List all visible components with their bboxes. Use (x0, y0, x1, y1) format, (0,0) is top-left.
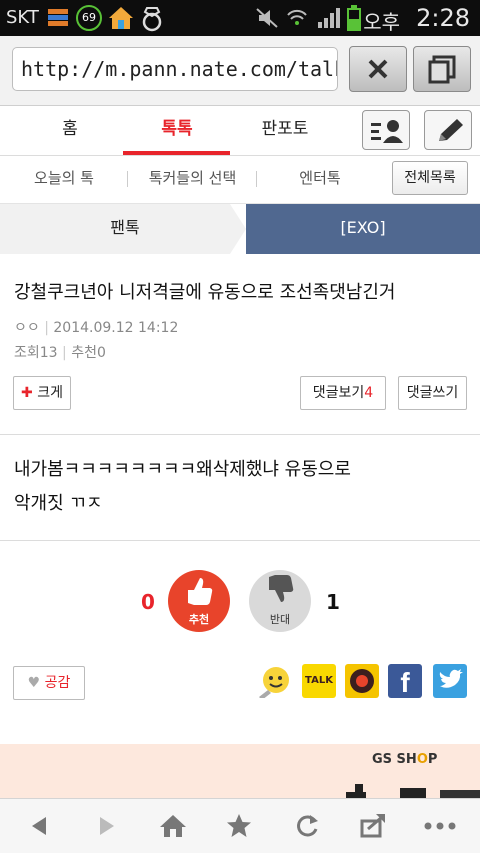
home-app-icon (109, 7, 133, 29)
enlarge-label: 크게 (37, 385, 63, 401)
battery-icon (347, 5, 361, 31)
ad-banner[interactable]: GS SHOP (0, 744, 480, 800)
twitter-share-button[interactable] (433, 664, 467, 698)
tabs-button[interactable] (413, 46, 471, 92)
subnav-today-talk[interactable]: 오늘의 톡 (14, 156, 114, 202)
back-icon (32, 817, 46, 835)
back-button[interactable] (22, 809, 56, 843)
sub-nav: 오늘의 톡 톡커들의 선택 엔터톡 전체목록 (0, 156, 480, 204)
browser-toolbar: http://m.pann.nate.com/talk (0, 36, 480, 106)
recommend-button[interactable]: 추천 (168, 570, 230, 632)
star-icon (227, 814, 251, 837)
twitter-bird-icon (439, 669, 463, 688)
plus-icon: ✚ (21, 385, 33, 401)
post-date: 2014.09.12 14:12 (53, 320, 179, 336)
nate-emoticon-icon[interactable] (256, 664, 290, 698)
wifi-icon (287, 9, 307, 25)
author-name: ㅇㅇ (14, 320, 40, 336)
recommend-button-label: 추천 (188, 613, 210, 626)
write-comment-button[interactable]: 댓글쓰기 (398, 376, 467, 410)
article-body-line-1: 내가봄ㅋㅋㅋㅋㅋㅋㅋㅋ왜삭제했냐 유동으로 (14, 459, 351, 480)
share-button[interactable] (356, 809, 390, 843)
view-comments-button[interactable]: 댓글보기4 (300, 376, 386, 410)
down-vote-count: 1 (326, 590, 340, 614)
product-image (346, 784, 480, 800)
kakaotalk-share-button[interactable]: TALK (302, 664, 336, 698)
refresh-icon (297, 815, 318, 837)
clock: 2:28 (416, 4, 470, 32)
more-button[interactable] (422, 809, 456, 843)
breadcrumb-exo[interactable]: [EXO] (246, 204, 480, 254)
tabs-icon (428, 55, 456, 84)
oppose-button-label: 반대 (269, 613, 291, 626)
subnav-divider (256, 171, 257, 187)
subnav-talkers-choice[interactable]: 톡커들의 선택 (135, 156, 250, 202)
browser-bottom-bar (0, 798, 480, 853)
share-icon (360, 814, 385, 838)
signal-icon (318, 8, 340, 28)
gs-shop-logo: GS SHOP (372, 752, 438, 767)
my-profile-button[interactable] (362, 110, 410, 150)
write-button[interactable] (424, 110, 472, 150)
comments-count: 4 (364, 385, 374, 401)
tab-talk[interactable]: 톡톡 (122, 106, 232, 156)
ring-icon (142, 7, 162, 32)
app-notification-icon (48, 9, 68, 26)
home-button[interactable] (156, 809, 190, 843)
divider (0, 540, 480, 541)
kakaostory-icon (350, 669, 374, 693)
pencil-icon (439, 119, 463, 141)
refresh-button[interactable] (290, 809, 324, 843)
like-button[interactable]: ♥ 공감 (13, 666, 85, 700)
home-icon (160, 815, 186, 837)
thumbs-up-icon (188, 578, 213, 605)
forward-icon (100, 817, 114, 835)
all-list-button[interactable]: 전체목록 (392, 161, 468, 195)
article-body-line-2: 악개짓 ㄲㅈ (14, 493, 103, 514)
view-comments-label: 댓글보기 (312, 385, 365, 401)
stop-button[interactable] (349, 46, 407, 92)
breadcrumb-fantalk[interactable]: 팬톡 (0, 204, 250, 254)
views-label: 조회 (14, 345, 40, 361)
kakaotalk-label: TALK (305, 675, 333, 686)
bookmark-button[interactable] (222, 809, 256, 843)
subnav-enter-talk[interactable]: 엔터톡 (275, 156, 365, 202)
like-label: 공감 (44, 675, 71, 691)
article-meta: ㅇㅇ | 2014.09.12 14:12 (14, 320, 179, 336)
url-input[interactable]: http://m.pann.nate.com/talk (12, 47, 338, 91)
recommend-label: 추천 (71, 345, 97, 361)
main-nav: 홈 톡톡 판포토 (0, 106, 480, 156)
status-bar: SKT 69 오후 2:28 (0, 0, 480, 36)
article-title: 강철쿠크년아 니저격글에 유동으로 조선족댓남긴거 (14, 282, 396, 303)
tab-pan-photo[interactable]: 판포토 (230, 106, 340, 156)
up-vote-count: 0 (141, 590, 155, 614)
more-icon (424, 822, 456, 830)
badge-count-icon: 69 (76, 5, 102, 31)
forward-button[interactable] (90, 809, 124, 843)
carrier-label: SKT (6, 7, 39, 28)
tab-home[interactable]: 홈 (15, 106, 125, 156)
user-list-icon (371, 120, 403, 143)
kakaostory-share-button[interactable] (345, 664, 379, 698)
divider (0, 434, 480, 435)
oppose-button[interactable]: 반대 (249, 570, 311, 632)
recommend-count: 0 (96, 345, 106, 361)
ampm-label: 오후 (363, 10, 400, 34)
article-stats: 조회13 | 추천0 (14, 345, 106, 361)
close-icon (368, 59, 388, 79)
heart-icon: ♥ (27, 675, 41, 691)
facebook-share-button[interactable]: f (388, 664, 422, 698)
facebook-icon: f (400, 667, 410, 698)
subnav-divider (127, 171, 128, 187)
thumbs-down-icon (269, 575, 294, 602)
mute-icon (256, 8, 278, 28)
active-tab-indicator (123, 151, 230, 155)
enlarge-text-button[interactable]: ✚ 크게 (13, 376, 71, 410)
views-count: 13 (39, 345, 58, 361)
breadcrumb: 팬톡 [EXO] (0, 204, 480, 254)
